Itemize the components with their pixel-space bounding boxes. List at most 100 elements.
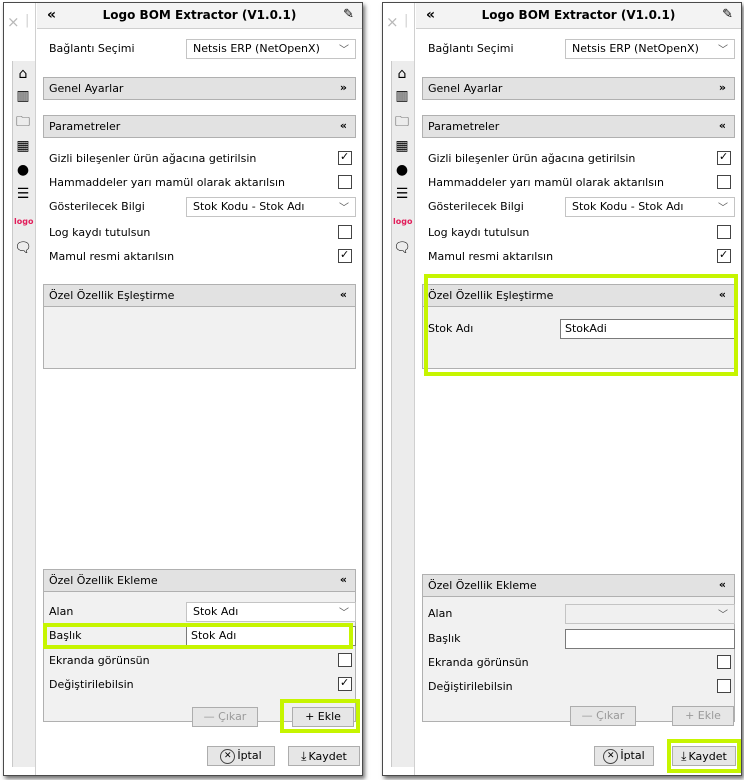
parts-icon[interactable]: ▥ — [393, 87, 411, 105]
log-checkbox[interactable] — [338, 225, 352, 239]
cancel-button[interactable]: ✕ İptal — [207, 746, 275, 766]
param-hidden-components: Gizli bileşenler ürün ağacına getirilsin — [428, 149, 735, 169]
parts-icon[interactable]: ▥ — [14, 87, 32, 105]
collapse-section-icon[interactable]: « — [340, 288, 347, 301]
appearance-icon[interactable]: ● — [393, 161, 411, 179]
param-product-image: Mamul resmi aktarılsın — [49, 247, 356, 267]
home-icon[interactable]: ⌂ — [14, 65, 32, 83]
properties-icon[interactable]: ▦ — [393, 137, 411, 155]
side-toolbar: × | ⌂ ▥ 🗀 ▦ ● ☰ logo 🗨 — [4, 3, 36, 775]
editable-checkbox[interactable] — [717, 679, 731, 693]
add-caption-row: Başlık Stok Adı — [49, 626, 356, 646]
collapse-section-icon[interactable]: « — [719, 288, 726, 301]
right-panel: × | ⌂ ▥ 🗀 ▦ ● ☰ logo 🗨 « Logo BOM Extrac… — [382, 2, 742, 776]
raw-semi-checkbox[interactable] — [338, 175, 352, 189]
param-log: Log kaydı tutulsun — [428, 223, 735, 243]
param-display-info: Gösterilecek Bilgi Stok Kodu - Stok Adı … — [49, 197, 356, 217]
mapping-section-header[interactable]: Özel Özellik Eşleştirme « — [43, 284, 356, 307]
param-hidden-components: Gizli bileşenler ürün ağacına getirilsin — [49, 149, 356, 169]
add-field-row: Alan ﹀ — [428, 604, 735, 624]
caption-input[interactable]: Stok Adı — [186, 626, 356, 646]
product-image-checkbox[interactable] — [338, 248, 352, 263]
add-editable-row: Değiştirilebilsin — [428, 677, 735, 697]
save-icon: ⤓ — [301, 749, 307, 763]
collapse-section-icon[interactable]: « — [340, 119, 347, 132]
list-icon[interactable]: ☰ — [393, 185, 411, 203]
general-section-header[interactable]: Genel Ayarlar » — [43, 77, 356, 100]
mapping-section-body — [43, 307, 356, 369]
chevron-down-icon: ﹀ — [718, 45, 728, 56]
params-section-header[interactable]: Parametreler « — [43, 115, 356, 138]
visible-checkbox[interactable] — [338, 653, 352, 667]
field-select[interactable]: ﹀ — [565, 604, 735, 624]
cancel-icon: ✕ — [220, 748, 236, 764]
add-button[interactable]: + Ekle — [672, 706, 734, 726]
hidden-components-checkbox[interactable] — [338, 150, 352, 165]
connection-label: Bağlantı Seçimi — [49, 42, 135, 55]
connection-row: Bağlantı Seçimi Netsis ERP (NetOpenX) ﹀ — [428, 39, 735, 59]
add-visible-row: Ekranda görünsün — [428, 653, 735, 673]
connection-row: Bağlantı Seçimi Netsis ERP (NetOpenX) ﹀ — [49, 39, 356, 59]
save-button[interactable]: ⤓ Kaydet — [288, 746, 360, 766]
display-info-select[interactable]: Stok Kodu - Stok Adı ﹀ — [565, 197, 735, 217]
close-icon[interactable]: × — [386, 13, 399, 31]
add-section-header[interactable]: Özel Özellik Ekleme « — [43, 569, 356, 592]
chat-icon[interactable]: 🗨 — [393, 239, 411, 257]
log-checkbox[interactable] — [717, 225, 731, 239]
left-panel: × | ⌂ ▥ 🗀 ▦ ● ☰ logo 🗨 « Logo BOM Extrac… — [3, 2, 363, 776]
connection-select[interactable]: Netsis ERP (NetOpenX) ﹀ — [186, 39, 356, 59]
logo-icon[interactable]: logo — [14, 213, 33, 231]
remove-button[interactable]: — Çıkar — [192, 707, 258, 727]
param-display-info: Gösterilecek Bilgi Stok Kodu - Stok Adı … — [428, 197, 735, 217]
hidden-components-checkbox[interactable] — [717, 150, 731, 165]
field-select[interactable]: Stok Adı ﹀ — [186, 602, 356, 622]
params-section-header[interactable]: Parametreler « — [422, 115, 735, 138]
mapping-section-header[interactable]: Özel Özellik Eşleştirme « — [422, 284, 735, 307]
app-title: Logo BOM Extractor (V1.0.1) — [481, 8, 676, 22]
expand-icon[interactable]: » — [340, 81, 347, 94]
raw-semi-checkbox[interactable] — [717, 175, 731, 189]
chevron-down-icon: ﹀ — [339, 45, 349, 56]
add-field-row: Alan Stok Adı ﹀ — [49, 602, 356, 622]
visible-checkbox[interactable] — [717, 655, 731, 669]
add-button[interactable]: + Ekle — [292, 707, 354, 727]
add-caption-row: Başlık — [428, 629, 735, 649]
side-toolbar: × | ⌂ ▥ 🗀 ▦ ● ☰ logo 🗨 — [383, 3, 415, 775]
editable-checkbox[interactable] — [338, 676, 352, 691]
chevron-down-icon: ﹀ — [718, 203, 728, 214]
app-title: Logo BOM Extractor (V1.0.1) — [102, 8, 297, 22]
general-section-header[interactable]: Genel Ayarlar » — [422, 77, 735, 100]
remove-button[interactable]: — Çıkar — [570, 706, 636, 726]
chevron-down-icon: ﹀ — [339, 608, 349, 619]
pin-icon[interactable]: ✎ — [343, 7, 354, 22]
collapse-section-icon[interactable]: « — [719, 119, 726, 132]
mapping-value-input[interactable]: StokAdi — [560, 319, 735, 339]
product-image-checkbox[interactable] — [717, 248, 731, 263]
connection-select[interactable]: Netsis ERP (NetOpenX) ﹀ — [565, 39, 735, 59]
pin-icon[interactable]: ✎ — [722, 7, 733, 22]
close-icon[interactable]: × — [7, 13, 20, 31]
param-raw-semi: Hammaddeler yarı mamül olarak aktarılsın — [49, 173, 356, 193]
cancel-button[interactable]: ✕ İptal — [594, 746, 654, 766]
chat-icon[interactable]: 🗨 — [14, 239, 32, 257]
collapse-section-icon[interactable]: « — [340, 573, 347, 586]
collapse-section-icon[interactable]: « — [719, 578, 726, 591]
logo-icon[interactable]: logo — [393, 213, 412, 231]
appearance-icon[interactable]: ● — [14, 161, 32, 179]
add-editable-row: Değiştirilebilsin — [49, 675, 356, 695]
properties-icon[interactable]: ▦ — [14, 137, 32, 155]
list-icon[interactable]: ☰ — [14, 185, 32, 203]
save-button[interactable]: ⤓ Kaydet — [672, 746, 736, 766]
expand-icon[interactable]: » — [719, 81, 726, 94]
home-icon[interactable]: ⌂ — [393, 65, 411, 83]
add-section-header[interactable]: Özel Özellik Ekleme « — [422, 574, 735, 597]
add-visible-row: Ekranda görünsün — [49, 651, 356, 671]
chevron-down-icon: ﹀ — [718, 610, 728, 621]
folder-icon[interactable]: 🗀 — [393, 113, 411, 131]
caption-input[interactable] — [565, 629, 735, 649]
title-bar: « Logo BOM Extractor (V1.0.1) ✎ — [37, 3, 362, 29]
folder-icon[interactable]: 🗀 — [14, 113, 32, 131]
display-info-select[interactable]: Stok Kodu - Stok Adı ﹀ — [186, 197, 356, 217]
cancel-icon: ✕ — [603, 748, 619, 764]
param-log: Log kaydı tutulsun — [49, 223, 356, 243]
